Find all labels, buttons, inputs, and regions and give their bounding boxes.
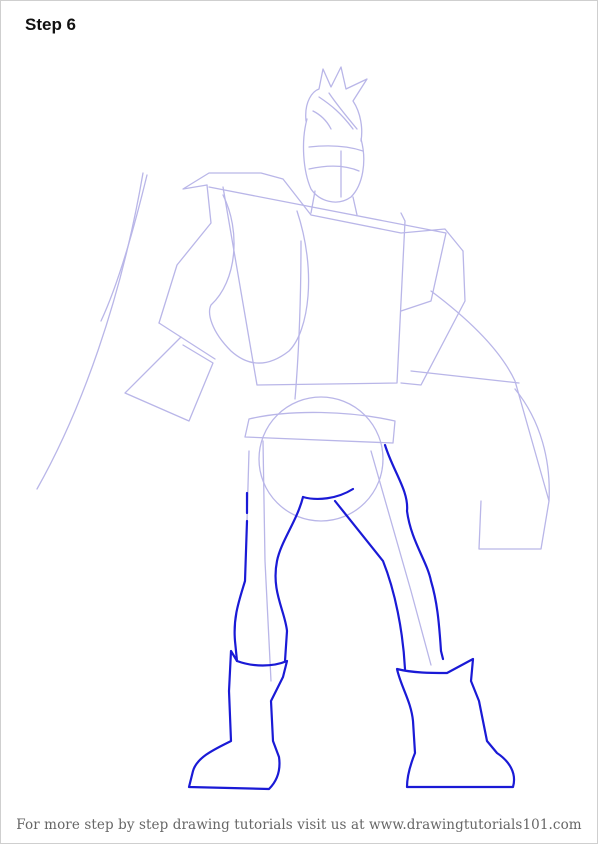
guide-weapon-handle	[36, 172, 144, 490]
crotch-line	[301, 487, 355, 500]
guide-face	[302, 118, 365, 203]
guide-torso	[222, 186, 406, 386]
guide-shoulder-bar	[208, 186, 447, 312]
left-boot	[187, 649, 289, 791]
right-leg-inner	[333, 499, 407, 671]
guide-face-lines	[308, 145, 364, 198]
guide-left-leg	[246, 440, 272, 682]
guide-left-bicep	[208, 194, 310, 364]
guide-weapon-handle-inner	[100, 174, 148, 322]
guide-left-upper-arm	[158, 184, 212, 324]
left-leg-outer	[233, 491, 249, 663]
guide-right-forearm	[410, 370, 550, 502]
guide-sketch	[36, 66, 550, 682]
left-leg-inner	[274, 495, 305, 663]
tutorial-page: Step 6 For more step by step drawing tut…	[0, 0, 598, 844]
guide-hair-strands	[312, 92, 358, 130]
step-6-legs	[187, 443, 516, 791]
right-leg-outer	[383, 443, 445, 661]
guide-left-forearm	[124, 322, 216, 422]
guide-hip-circle	[258, 396, 384, 522]
right-boot	[395, 657, 516, 789]
guide-shoulders	[182, 172, 464, 252]
drawing-canvas	[36, 66, 550, 791]
guide-right-arm	[400, 250, 550, 550]
guide-torso-center	[294, 240, 302, 400]
footer-credit: For more step by step drawing tutorials …	[16, 817, 582, 833]
